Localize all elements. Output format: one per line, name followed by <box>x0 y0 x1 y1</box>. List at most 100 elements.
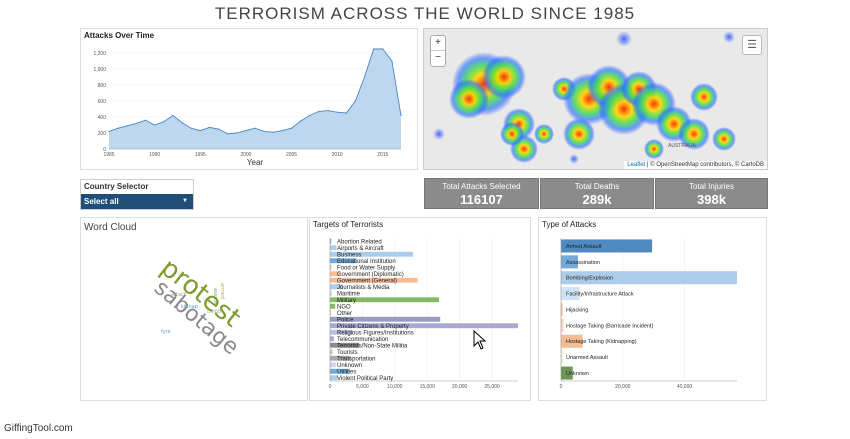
targets-panel: Targets of Terrorists 0 5,000 10,000 15,000… <box>309 217 531 401</box>
x-tick-label: 0 <box>329 384 332 390</box>
x-tick-label: 2015 <box>377 152 388 158</box>
bar-label: Government (General) <box>337 278 397 284</box>
bar-label: Abortion Related <box>337 239 382 245</box>
data-point <box>154 124 156 126</box>
data-point <box>272 131 274 133</box>
bar-label: Transportation <box>337 356 375 362</box>
attack-types-chart: 0 20,000 40,000 Armed Assault Assassination B… <box>560 238 737 390</box>
data-point <box>263 130 265 132</box>
data-point <box>327 110 329 112</box>
bar <box>561 350 564 364</box>
y-tick-label: 1,000 <box>93 67 106 73</box>
data-point <box>391 60 393 62</box>
targets-chart: 0 5,000 10,000 15,000 20,000 25,000 Abortion R… <box>329 238 518 390</box>
heat-spot <box>482 55 526 99</box>
bar-label: Government (Diplomatic) <box>337 272 404 278</box>
stat-value: 289k <box>582 192 612 207</box>
x-tick-label: 2005 <box>286 152 297 158</box>
data-point <box>190 127 192 129</box>
bar <box>330 303 336 309</box>
data-point <box>309 114 311 116</box>
data-point <box>354 100 356 102</box>
stat-total-deaths: Total Deaths 289k <box>540 178 654 209</box>
x-tick-label: 1990 <box>149 152 160 158</box>
bar-label: Hijacking <box>566 307 588 313</box>
bar-label: Unarmed Assault <box>566 355 608 361</box>
zoom-out-button[interactable]: − <box>431 51 445 66</box>
heat-spot <box>616 31 632 47</box>
y-tick-label: 600 <box>98 99 107 105</box>
bar-label: Armed Assault <box>566 244 602 250</box>
data-point <box>199 130 201 132</box>
bar-label: Airports & Aircraft <box>337 246 384 252</box>
heat-spot <box>433 128 445 140</box>
heat-spot <box>500 122 524 146</box>
x-tick-label: 2010 <box>332 152 343 158</box>
data-point <box>163 121 165 123</box>
data-point <box>382 48 384 50</box>
x-tick-label: 0 <box>560 384 563 390</box>
data-point <box>217 128 220 130</box>
country-select-value: Select all <box>84 197 119 206</box>
data-point <box>363 76 366 78</box>
bar <box>330 349 333 355</box>
data-point <box>336 111 338 113</box>
x-tick-label: 20,000 <box>615 384 631 390</box>
heat-spot <box>563 118 595 150</box>
data-point <box>144 119 147 121</box>
stat-label: Total Injuries <box>689 182 734 191</box>
zoom-in-button[interactable]: + <box>431 36 445 51</box>
x-tick-label: 1985 <box>103 152 114 158</box>
bar-label: Journalists & Media <box>337 285 390 291</box>
country-select[interactable]: Select all ▼ <box>81 194 193 209</box>
bar-label: Business <box>337 252 361 258</box>
stat-value: 398k <box>697 192 726 207</box>
bar-label: Terrorists/Non-State Militia <box>337 343 408 349</box>
watermark: GiffingTool.com <box>4 423 73 434</box>
zoom-control: + − <box>430 35 446 67</box>
bar-label: Bombing/Explosion <box>566 276 613 282</box>
stat-label: Total Deaths <box>574 182 620 191</box>
heat-spot <box>723 31 735 43</box>
x-tick-label: 25,000 <box>484 384 500 390</box>
stat-value: 116107 <box>460 192 503 207</box>
attacks-over-time-chart: 02004006008001,0001,2001985 1990 1995 2000 2… <box>93 48 402 167</box>
data-point <box>300 120 302 122</box>
bar-label: Private Citizens & Property <box>337 324 409 330</box>
data-point <box>117 127 119 129</box>
x-tick-label: 10,000 <box>387 384 403 390</box>
bar-label: NGO <box>337 304 351 310</box>
data-point <box>400 114 402 116</box>
word-cloud-panel: Word Cloud armed assault kidnap fyre bom… <box>80 217 308 401</box>
leaflet-link[interactable]: Leaflet <box>627 162 645 168</box>
data-point <box>254 127 256 129</box>
x-tick-label: 1995 <box>195 152 206 158</box>
map-label-australia: AUSTRALIA <box>668 143 696 149</box>
layers-icon[interactable]: ☰ <box>742 35 762 55</box>
x-tick-label: 40,000 <box>677 384 693 390</box>
data-point <box>373 48 375 50</box>
data-point <box>227 133 229 135</box>
word-cloud-canvas: armed assault kidnap fyre bomb attack pr… <box>149 253 246 360</box>
mouse-cursor-icon <box>473 329 487 350</box>
bar-label: Unknown <box>566 371 589 377</box>
y-tick-label: 400 <box>98 115 107 121</box>
heat-spot <box>644 139 664 159</box>
heat-spot <box>449 79 489 119</box>
data-point <box>208 126 210 128</box>
svg-text:fyre: fyre <box>161 329 171 335</box>
bar-label: Utilities <box>337 369 356 375</box>
x-tick-label: 20,000 <box>452 384 468 390</box>
country-selector-label: Country Selector <box>84 182 149 191</box>
bar-label: Tourists <box>337 350 358 356</box>
stat-total-injuries: Total Injuries 398k <box>655 178 768 209</box>
bar-label: Maritime <box>337 291 361 297</box>
bar-label: Military <box>337 298 356 304</box>
heatmap-map[interactable]: + − ☰ AUSTRALIA Leaflet | © OpenStreetMa… <box>423 28 768 170</box>
heat-spot <box>712 127 736 151</box>
data-point <box>290 127 293 129</box>
map-attribution-text: | © OpenStreetMap contributors, © CartoD… <box>645 162 764 168</box>
data-point <box>318 110 320 112</box>
y-tick-label: 800 <box>98 83 107 89</box>
data-point <box>181 122 183 124</box>
